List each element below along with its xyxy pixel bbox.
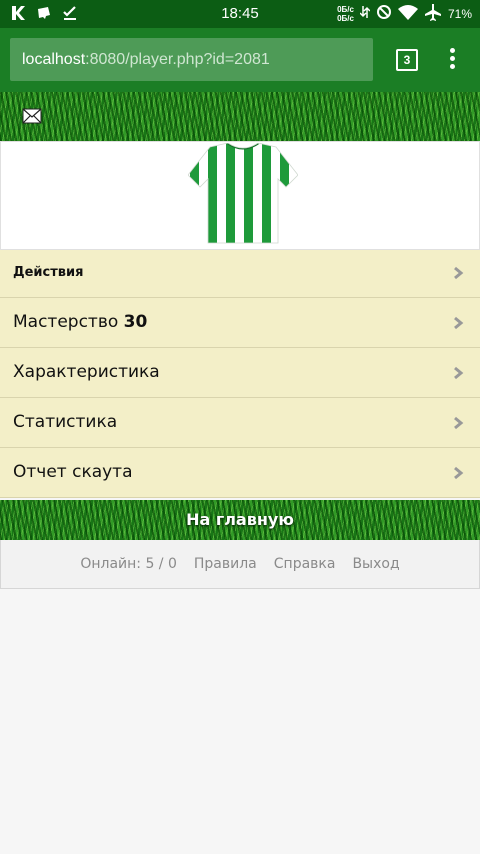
status-bar: 18:45 0Б/с 0Б/с 71% <box>0 0 480 28</box>
chevron-right-icon <box>454 266 464 280</box>
menu-item-characteristics[interactable]: Характеристика <box>0 348 480 398</box>
online-count: Онлайн: 5 / 0 <box>80 556 177 572</box>
blocked-icon <box>376 4 392 23</box>
browser-toolbar: localhost:8080/player.php?id=2081 3 <box>0 28 480 92</box>
chevron-right-icon <box>454 466 464 480</box>
jersey-image <box>188 143 298 244</box>
chevron-right-icon <box>454 316 464 330</box>
menu-item-label: Статистика <box>13 412 118 432</box>
help-link[interactable]: Справка <box>274 556 336 572</box>
rules-link[interactable]: Правила <box>194 556 257 572</box>
menu-item-actions[interactable]: Действия <box>0 250 480 298</box>
menu-item-label: Мастерство 30 <box>13 298 147 347</box>
browser-menu-icon[interactable] <box>450 48 456 70</box>
menu-item-label: Характеристика <box>13 362 160 382</box>
menu-item-label: Отчет скаута <box>13 462 133 482</box>
url-path: :8080/player.php?id=2081 <box>85 51 270 68</box>
player-jersey-panel <box>0 141 480 250</box>
page-header <box>0 92 480 141</box>
player-menu: Действия Мастерство 30 Характеристика Ст… <box>0 250 480 498</box>
menu-item-mastery[interactable]: Мастерство 30 <box>0 298 480 348</box>
menu-item-scout-report[interactable]: Отчет скаута <box>0 448 480 498</box>
airplane-icon <box>424 3 442 24</box>
net-speed: 0Б/с 0Б/с <box>337 4 354 23</box>
system-icons: 0Б/с 0Б/с 71% <box>337 3 472 24</box>
tab-switcher-button[interactable]: 3 <box>396 49 418 71</box>
mastery-value: 30 <box>123 312 148 332</box>
chevron-right-icon <box>454 416 464 430</box>
logout-link[interactable]: Выход <box>352 556 399 572</box>
url-bar[interactable]: localhost:8080/player.php?id=2081 <box>10 38 373 81</box>
footer: Онлайн: 5 / 0 Правила Справка Выход <box>0 540 480 589</box>
menu-item-label: Действия <box>13 265 84 280</box>
mail-icon[interactable] <box>22 108 42 124</box>
menu-item-statistics[interactable]: Статистика <box>0 398 480 448</box>
data-arrows-icon <box>359 4 371 23</box>
battery-level: 71% <box>447 6 472 21</box>
url-host: localhost <box>22 51 86 68</box>
wifi-icon <box>397 4 418 23</box>
chevron-right-icon <box>454 366 464 380</box>
mastery-label: Мастерство <box>13 312 119 332</box>
home-link[interactable]: На главную <box>0 500 480 540</box>
